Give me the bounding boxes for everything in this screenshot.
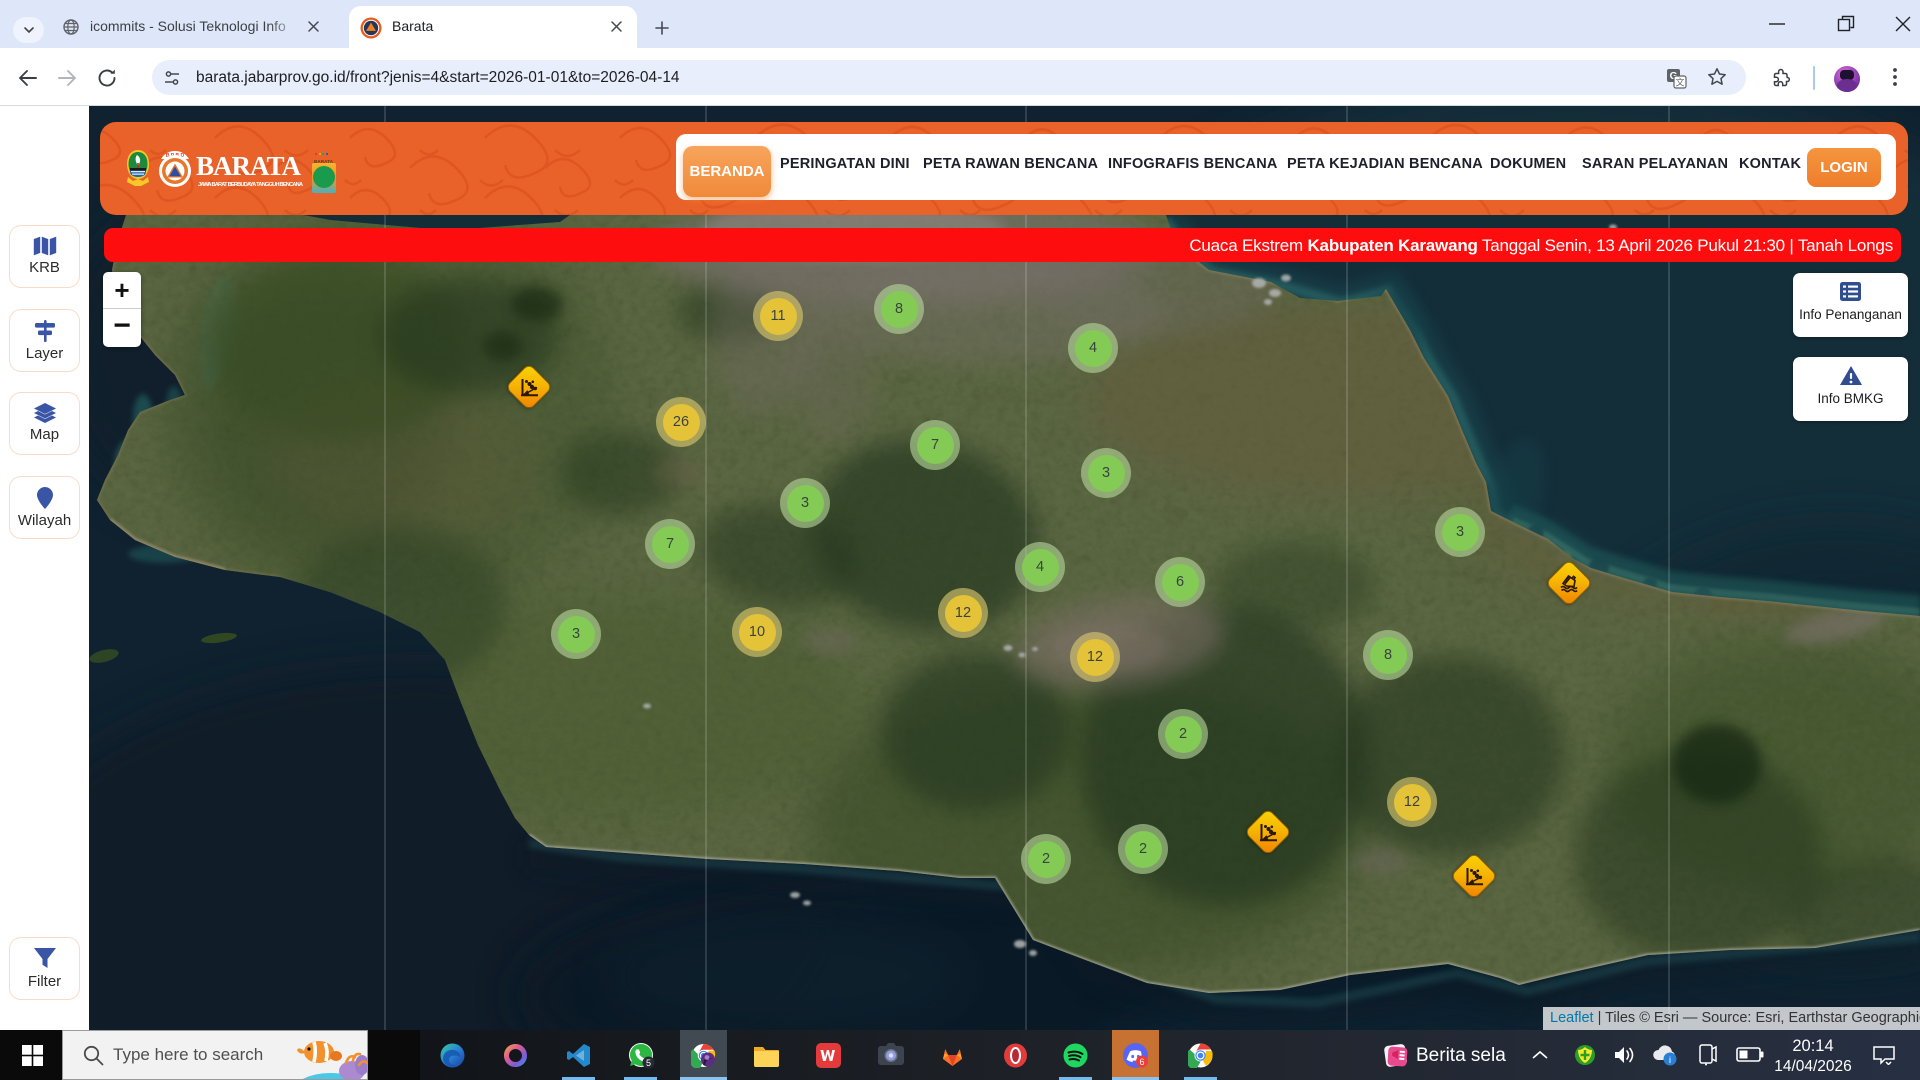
svg-text:JAWA BARAT BERBUDAYA TANGGUH B: JAWA BARAT BERBUDAYA TANGGUH BENCANA: [198, 182, 303, 188]
svg-text:文: 文: [1675, 77, 1684, 88]
svg-text:i: i: [1669, 1055, 1671, 1065]
svg-text:5: 5: [646, 1058, 651, 1068]
svg-text:6: 6: [1139, 1057, 1144, 1067]
